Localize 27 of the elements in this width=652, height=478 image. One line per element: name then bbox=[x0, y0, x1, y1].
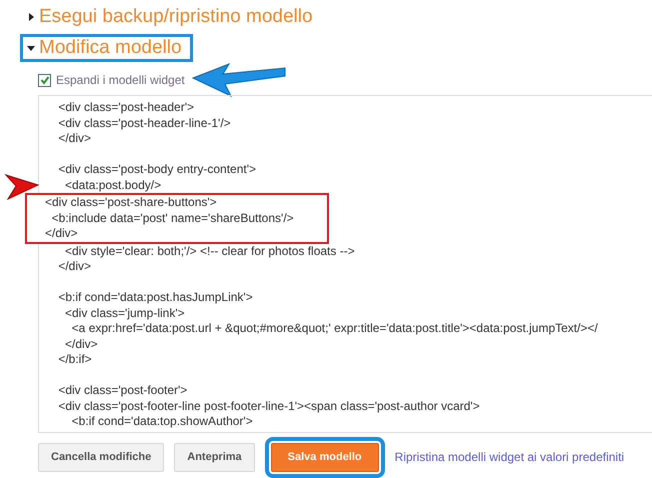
code-line: <div class='post-share-buttons'> bbox=[45, 195, 218, 210]
checkbox-label: Espandi i modelli widget bbox=[56, 73, 185, 87]
code-line: </b:if> bbox=[57, 352, 93, 368]
code-line: <b:if cond='data:post.hasJumpLink'> bbox=[57, 290, 254, 306]
action-button[interactable]: Anteprima bbox=[174, 442, 255, 472]
code-line: <a expr:href='data:post.url + &quot;#more&quot;' expr:title='data:post.title'><data:post.jumpText/></ bbox=[70, 321, 599, 336]
code-line: </div> bbox=[45, 226, 79, 242]
code-line: </div> bbox=[57, 131, 92, 146]
code-line: <div class='jump-link'> bbox=[64, 306, 186, 321]
code-line: <div class='post-footer'> bbox=[57, 383, 188, 398]
code-line: <b:if cond='data:top.showAuthor'> bbox=[70, 414, 254, 430]
check-icon bbox=[40, 75, 50, 85]
code-line: <div class='post-header-line-1'/> bbox=[57, 116, 232, 131]
action-button[interactable]: Cancella modifiche bbox=[38, 442, 164, 472]
code-line: <div class='post-header'> bbox=[57, 100, 195, 116]
collapse-triangle-icon bbox=[27, 44, 35, 52]
code-line: <b:include data='post' name='shareButtons'/> bbox=[50, 210, 295, 226]
code-line: </div> bbox=[57, 259, 92, 274]
reset-link[interactable]: Ripristina modelli widget ai valori predefiniti bbox=[394, 450, 624, 464]
expand-triangle-icon bbox=[27, 13, 35, 21]
checkbox[interactable] bbox=[38, 74, 51, 86]
pointer-arrow-drawing bbox=[4, 171, 40, 201]
code-line: <div style='clear: both;'/> <!-- clear for photos floats --> bbox=[64, 244, 356, 259]
code-line: <data:post.body/> bbox=[64, 178, 162, 193]
code-line: <div class='post-body entry-content'> bbox=[57, 162, 258, 178]
code-line: </div> bbox=[64, 336, 99, 352]
code-line: <div class='post-footer-line post-footer-line-1'><span class='post-author vcard'> bbox=[57, 398, 481, 414]
